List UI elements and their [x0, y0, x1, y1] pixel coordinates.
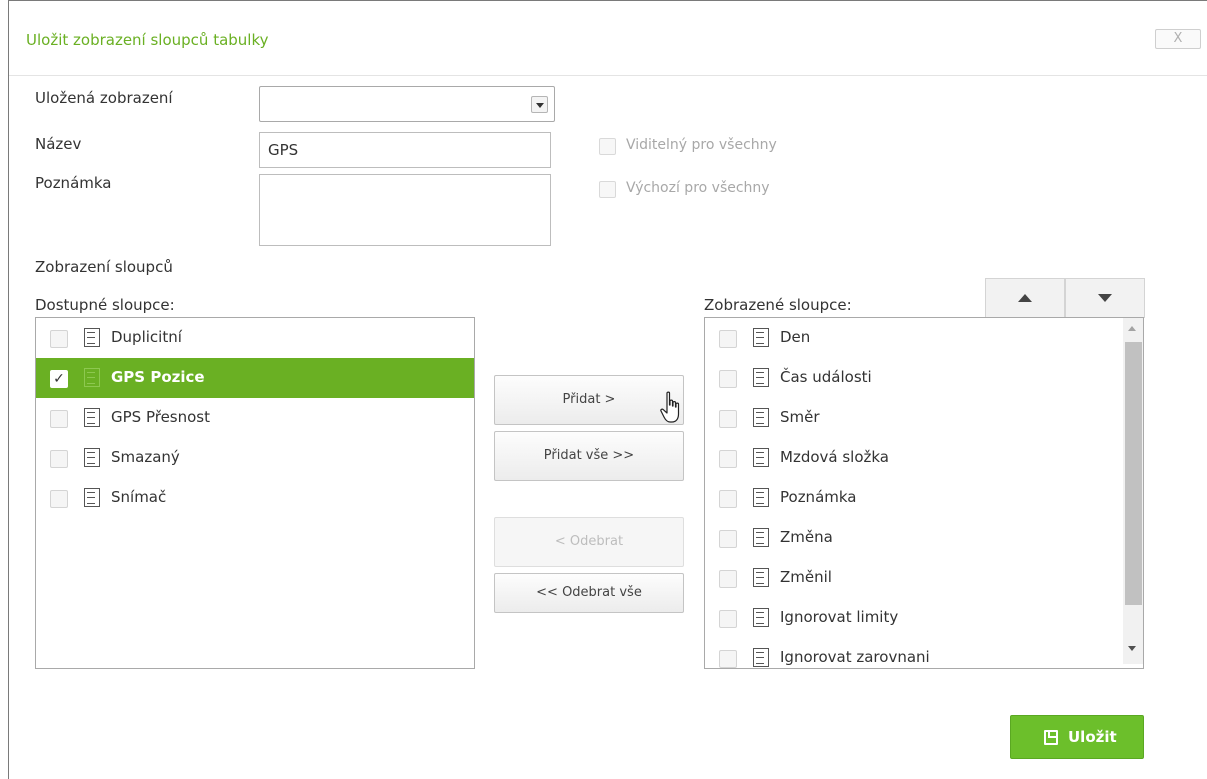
- displayed-columns-scrollbar[interactable]: [1123, 318, 1143, 664]
- column-checkbox-checked[interactable]: ✓: [50, 370, 68, 388]
- available-columns-list[interactable]: Duplicitní ✓ GPS Pozice GPS Přesnost Sma…: [35, 317, 475, 669]
- column-icon: [753, 328, 769, 347]
- column-label: Poznámka: [780, 488, 857, 506]
- name-label: Název: [35, 135, 82, 153]
- column-label: Den: [780, 328, 811, 346]
- column-checkbox[interactable]: [719, 410, 737, 428]
- displayed-column-item[interactable]: Ignorovat limity: [705, 598, 1123, 638]
- dialog-titlebar: Uložit zobrazení sloupců tabulky X: [9, 1, 1207, 76]
- close-icon: X: [1173, 31, 1183, 46]
- column-label: Změnil: [780, 568, 832, 586]
- floppy-disk-icon: [1044, 730, 1058, 745]
- displayed-column-item[interactable]: Poznámka: [705, 478, 1123, 518]
- displayed-columns-label: Zobrazené sloupce:: [704, 296, 852, 314]
- column-checkbox[interactable]: [719, 610, 737, 628]
- column-label: Mzdová složka: [780, 448, 889, 466]
- displayed-columns-list[interactable]: Den Čas události Směr Mzdová složka Pozn…: [704, 317, 1144, 669]
- name-input[interactable]: [259, 132, 551, 168]
- column-label: Duplicitní: [111, 328, 182, 346]
- arrow-up-icon: [1018, 294, 1032, 302]
- column-icon: [753, 608, 769, 627]
- column-icon: [753, 448, 769, 467]
- scrollbar-thumb[interactable]: [1125, 342, 1142, 605]
- arrow-down-icon: [1098, 294, 1112, 302]
- column-label: Změna: [780, 528, 833, 546]
- add-button[interactable]: Přidat >: [494, 375, 684, 425]
- column-label: Čas události: [780, 368, 872, 386]
- move-down-button[interactable]: [1065, 278, 1145, 318]
- default-for-all-label: Výchozí pro všechny: [626, 180, 770, 196]
- available-column-item[interactable]: ✓ GPS Pozice: [36, 358, 474, 398]
- remove-all-button[interactable]: << Odebrat vše: [494, 573, 684, 613]
- column-label: Ignorovat limity: [780, 608, 899, 626]
- column-checkbox[interactable]: [50, 450, 68, 468]
- saved-views-label: Uložená zobrazení: [35, 89, 173, 107]
- saved-views-select[interactable]: [259, 86, 555, 122]
- column-checkbox[interactable]: [50, 490, 68, 508]
- column-checkbox[interactable]: [719, 450, 737, 468]
- columns-section-heading: Zobrazení sloupců: [35, 258, 173, 276]
- column-checkbox[interactable]: [719, 650, 737, 668]
- column-checkbox[interactable]: [50, 410, 68, 428]
- column-icon: [84, 488, 100, 507]
- displayed-column-item[interactable]: Změnil: [705, 558, 1123, 598]
- displayed-column-item[interactable]: Ignorovat zarovnani: [705, 638, 1123, 668]
- column-label: Směr: [780, 408, 820, 426]
- visible-for-all-checkbox[interactable]: [599, 138, 616, 155]
- column-checkbox[interactable]: [719, 570, 737, 588]
- chevron-down-icon[interactable]: [531, 96, 548, 113]
- save-column-view-dialog: Uložit zobrazení sloupců tabulky X Ulože…: [8, 0, 1207, 779]
- column-icon: [753, 528, 769, 547]
- available-column-item[interactable]: Snímač: [36, 478, 474, 518]
- available-column-item[interactable]: Smazaný: [36, 438, 474, 478]
- remove-button[interactable]: < Odebrat: [494, 517, 684, 567]
- default-for-all-checkbox[interactable]: [599, 181, 616, 198]
- displayed-column-item[interactable]: Čas události: [705, 358, 1123, 398]
- column-icon: [753, 408, 769, 427]
- column-checkbox[interactable]: [719, 490, 737, 508]
- move-up-button[interactable]: [985, 278, 1065, 318]
- column-icon: [84, 368, 100, 387]
- column-label: GPS Přesnost: [111, 408, 211, 426]
- column-label: GPS Pozice: [111, 368, 205, 386]
- column-icon: [753, 488, 769, 507]
- note-textarea[interactable]: [259, 174, 551, 246]
- scroll-down-icon[interactable]: [1128, 646, 1136, 651]
- visible-for-all-label: Viditelný pro všechny: [626, 137, 777, 153]
- available-column-item[interactable]: Duplicitní: [36, 318, 474, 358]
- column-icon: [84, 328, 100, 347]
- save-button[interactable]: Uložit: [1010, 715, 1144, 759]
- column-icon: [84, 448, 100, 467]
- column-checkbox[interactable]: [719, 370, 737, 388]
- displayed-column-item[interactable]: Směr: [705, 398, 1123, 438]
- displayed-column-item[interactable]: Den: [705, 318, 1123, 358]
- hand-pointer-cursor-icon: [660, 391, 680, 423]
- note-label: Poznámka: [35, 174, 112, 192]
- column-label: Ignorovat zarovnani: [780, 648, 930, 666]
- available-columns-label: Dostupné sloupce:: [35, 296, 175, 314]
- column-icon: [753, 568, 769, 587]
- scroll-up-icon[interactable]: [1128, 326, 1136, 331]
- available-column-item[interactable]: GPS Přesnost: [36, 398, 474, 438]
- dialog-title: Uložit zobrazení sloupců tabulky: [26, 31, 269, 49]
- column-label: Snímač: [111, 488, 167, 506]
- column-icon: [84, 408, 100, 427]
- column-checkbox[interactable]: [719, 330, 737, 348]
- column-icon: [753, 648, 769, 667]
- column-checkbox[interactable]: [719, 530, 737, 548]
- column-checkbox[interactable]: [50, 330, 68, 348]
- save-button-label: Uložit: [1068, 728, 1117, 746]
- displayed-column-item[interactable]: Změna: [705, 518, 1123, 558]
- displayed-column-item[interactable]: Mzdová složka: [705, 438, 1123, 478]
- column-icon: [753, 368, 769, 387]
- add-all-button[interactable]: Přidat vše >>: [494, 431, 684, 481]
- close-button[interactable]: X: [1155, 29, 1201, 49]
- column-label: Smazaný: [111, 448, 180, 466]
